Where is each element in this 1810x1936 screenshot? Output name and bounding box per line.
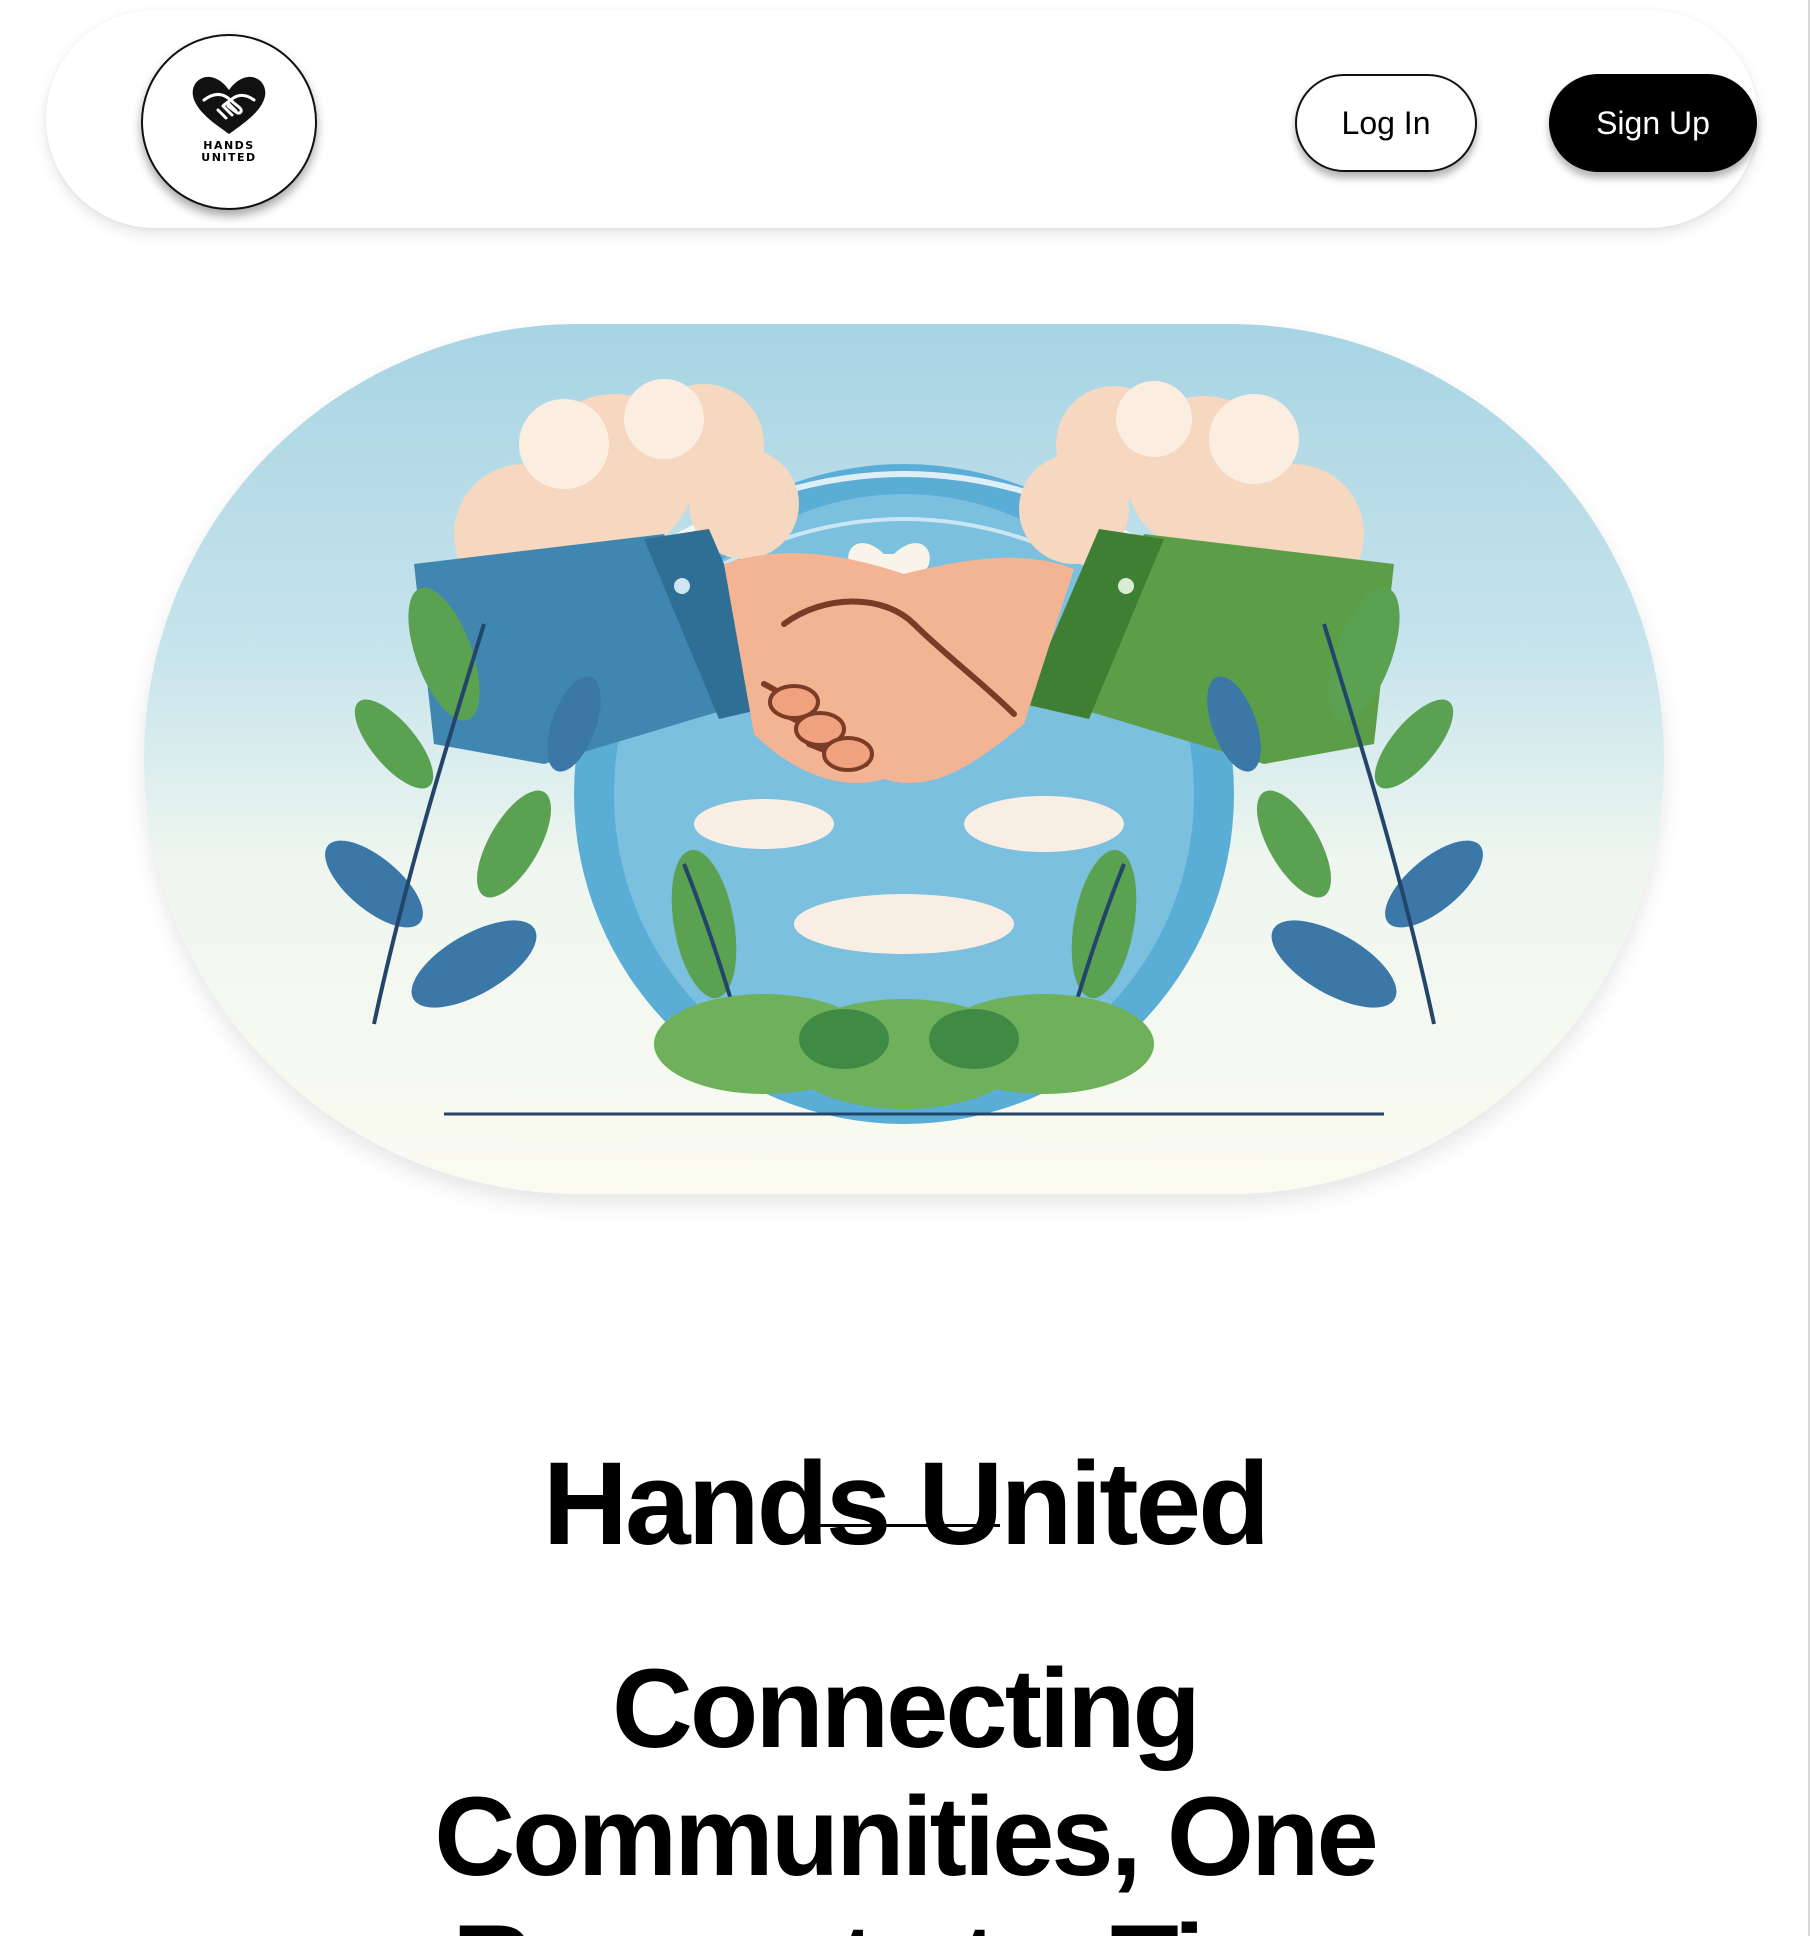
handshake-illustration [325, 379, 1483, 1124]
logo-text: HANDS UNITED [201, 140, 256, 164]
title-divider [805, 1524, 1000, 1527]
logo[interactable]: HANDS UNITED [141, 34, 317, 210]
signup-button[interactable]: Sign Up [1549, 74, 1757, 172]
tagline: Connecting Communities, One Request at a… [434, 1645, 1378, 1936]
hero-illustration [144, 324, 1664, 1194]
page-title: Hands United [542, 1438, 1271, 1571]
handshake-logo-icon [192, 76, 266, 134]
top-nav: HANDS UNITED Log In Sign Up [46, 10, 1758, 228]
page: HANDS UNITED Log In Sign Up Hands United… [0, 0, 1810, 1936]
logo-text-line2: UNITED [201, 151, 257, 164]
login-button[interactable]: Log In [1295, 74, 1477, 172]
